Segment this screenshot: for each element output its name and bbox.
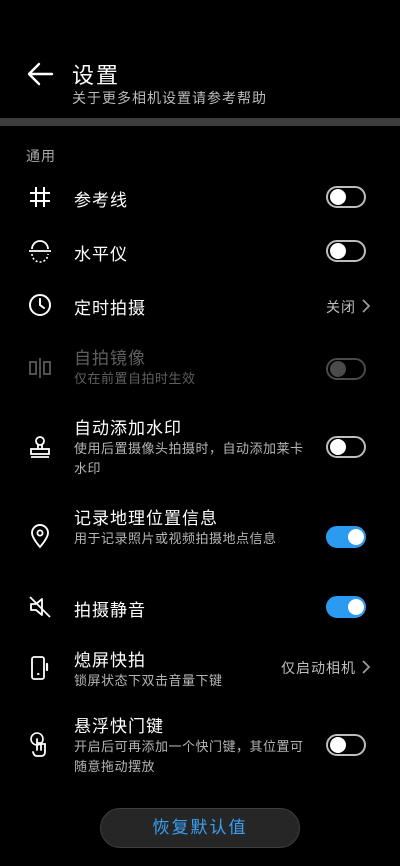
screen-off-capture-icon (26, 654, 54, 682)
setting-label: 悬浮快门键 (74, 717, 164, 737)
location-toggle[interactable] (326, 526, 366, 548)
setting-label: 水平仪 (74, 245, 128, 265)
header-bar: 设置 关于更多相机设置请参考帮助 (0, 0, 400, 118)
setting-label: 定时拍摄 (74, 299, 146, 319)
setting-row-level[interactable]: 水平仪 (0, 234, 400, 268)
location-pin-icon (26, 522, 54, 550)
back-arrow-icon (27, 62, 54, 86)
chevron-right-icon (360, 298, 372, 314)
watermark-toggle[interactable] (326, 436, 366, 458)
setting-row-floating-shutter[interactable]: 悬浮快门键 开启后可再添加一个快门键，其位置可随意拖动摆放 (0, 712, 400, 780)
divider (0, 118, 400, 126)
setting-sub: 用于记录照片或视频拍摄地点信息 (74, 532, 277, 547)
floating-shutter-toggle[interactable] (326, 734, 366, 756)
grid-icon (26, 183, 54, 211)
setting-label: 自动添加水印 (74, 419, 182, 439)
setting-row-mute[interactable]: 拍摄静音 (0, 590, 400, 624)
section-label-general: 通用 (26, 149, 56, 165)
timer-icon (26, 291, 54, 319)
setting-sub: 仅在前置自拍时生效 (74, 372, 196, 387)
setting-sub: 开启后可再添加一个快门键，其位置可随意拖动摆放 (74, 740, 304, 775)
chevron-right-icon (360, 659, 372, 675)
watermark-icon (26, 432, 54, 460)
setting-label: 拍摄静音 (74, 601, 146, 621)
mute-icon (26, 593, 54, 621)
setting-row-location[interactable]: 记录地理位置信息 用于记录照片或视频拍摄地点信息 (0, 504, 400, 572)
screen-off-capture-value: 仅启动相机 (281, 661, 356, 677)
setting-sub: 锁屏状态下双击音量下键 (74, 674, 223, 689)
floating-shutter-icon (26, 730, 54, 758)
timer-value: 关闭 (326, 300, 356, 316)
mirror-icon (26, 354, 54, 382)
level-icon (26, 237, 54, 265)
back-button[interactable] (22, 56, 58, 92)
level-toggle[interactable] (326, 240, 366, 262)
grid-toggle[interactable] (326, 186, 366, 208)
mute-toggle[interactable] (326, 596, 366, 618)
setting-sub: 使用后置摄像头拍摄时，自动添加莱卡水印 (74, 442, 304, 477)
setting-row-timer[interactable]: 定时拍摄 关闭 (0, 288, 400, 322)
mirror-toggle (326, 358, 366, 380)
page-title: 设置 (72, 64, 121, 89)
setting-row-mirror: 自拍镜像 仅在前置自拍时生效 (0, 344, 400, 392)
restore-defaults-button[interactable]: 恢复默认值 (100, 808, 300, 848)
setting-label: 自拍镜像 (74, 349, 146, 369)
setting-row-grid[interactable]: 参考线 (0, 180, 400, 214)
setting-row-screen-off-capture[interactable]: 熄屏快拍 锁屏状态下双击音量下键 仅启动相机 (0, 646, 400, 694)
setting-label: 参考线 (74, 191, 128, 211)
setting-label: 熄屏快拍 (74, 651, 146, 671)
header-cut-text: 关于更多相机设置请参考帮助 (72, 91, 267, 107)
setting-label: 记录地理位置信息 (74, 509, 218, 529)
setting-row-watermark[interactable]: 自动添加水印 使用后置摄像头拍摄时，自动添加莱卡水印 (0, 414, 400, 482)
